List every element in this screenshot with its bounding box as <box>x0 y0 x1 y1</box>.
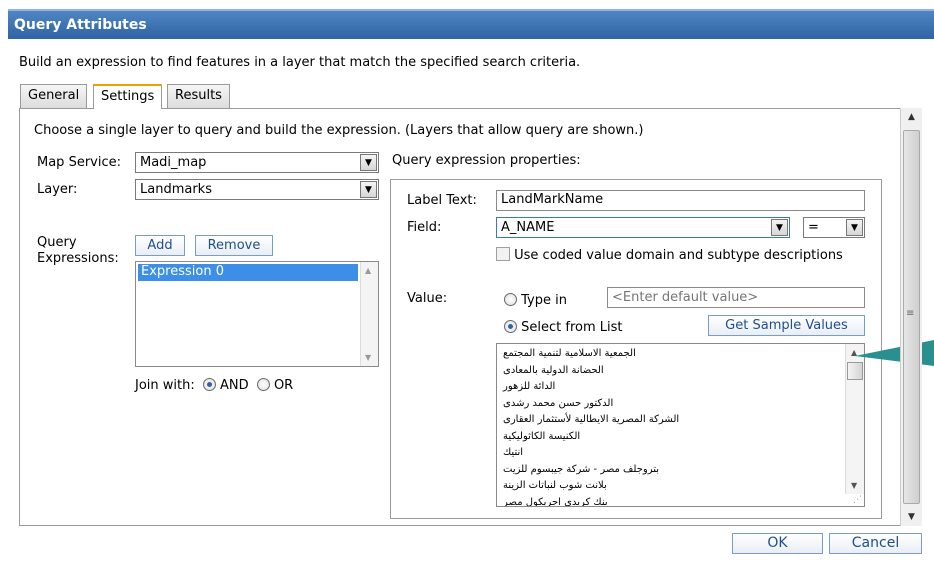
query-expressions-label-line1: Query <box>37 235 77 250</box>
operator-value: = <box>808 220 819 235</box>
default-value-input[interactable] <box>607 287 865 308</box>
coded-value-row: Use coded value domain and subtype descr… <box>496 247 866 264</box>
map-service-label: Map Service: <box>37 155 121 170</box>
query-attributes-dialog: Query Attributes Build an expression to … <box>0 0 934 562</box>
type-in-radio[interactable] <box>504 293 517 306</box>
coded-value-label: Use coded value domain and subtype descr… <box>514 248 843 263</box>
sample-value-item[interactable]: الحضانة الدولية بالمعادى <box>497 363 845 380</box>
dialog-description: Build an expression to find features in … <box>19 55 581 70</box>
remove-expression-button[interactable]: Remove <box>195 235 273 256</box>
expressions-scrollbar[interactable]: ▲ ▼ <box>360 262 378 366</box>
select-from-list-row: Select from List <box>504 320 623 335</box>
sample-value-item[interactable]: بنك كريدى اجريكول مصر <box>497 495 845 507</box>
chevron-down-icon[interactable]: ▼ <box>360 181 377 198</box>
cancel-button[interactable]: Cancel <box>829 533 922 554</box>
join-and-radio[interactable] <box>202 378 216 391</box>
resize-grip-icon[interactable]: ⋰ <box>853 495 862 505</box>
sample-values-list[interactable]: الجمعية الاسلامية لتنمية المجتمع الحضانة … <box>496 343 865 507</box>
sample-value-item[interactable]: الكنيسة الكاثوليكية <box>497 429 845 446</box>
sample-value-item[interactable]: الشركة المصرية الايطالية لأستثمار العقار… <box>497 412 845 429</box>
chevron-down-icon[interactable]: ▼ <box>771 219 788 236</box>
field-value: A_NAME <box>501 220 555 235</box>
field-label: Field: <box>407 220 442 235</box>
scroll-down-icon[interactable]: ▼ <box>365 353 371 362</box>
add-expression-button[interactable]: Add <box>135 235 185 256</box>
label-text-field[interactable]: LandMarkName <box>496 190 865 211</box>
query-expressions-label-line2: Expressions: <box>37 251 119 266</box>
select-from-list-radio[interactable] <box>504 320 517 333</box>
chevron-down-icon[interactable]: ▼ <box>846 219 863 236</box>
get-sample-values-button[interactable]: Get Sample Values <box>708 315 865 336</box>
join-or-radio[interactable] <box>256 378 270 391</box>
ok-button[interactable]: OK <box>732 533 823 554</box>
sample-value-item[interactable]: الدائة للزهور <box>497 379 845 396</box>
sample-value-item[interactable]: بلانت شوب لنباتات الزينة <box>497 478 845 495</box>
layer-select[interactable]: Landmarks ▼ <box>135 179 379 200</box>
join-or-label: OR <box>273 378 294 393</box>
tab-general[interactable]: General <box>20 84 88 108</box>
scroll-down-icon[interactable]: ▼ <box>851 481 857 490</box>
tab-settings[interactable]: Settings <box>93 84 163 109</box>
sample-values-scrollbar[interactable]: ▲ ▼ <box>845 344 864 494</box>
dialog-title: Query Attributes <box>14 17 147 33</box>
layer-label: Layer: <box>37 182 78 197</box>
expressions-list[interactable]: Expression 0 ▲ ▼ <box>135 261 379 367</box>
label-text-label: Label Text: <box>407 193 477 208</box>
type-in-label: Type in <box>521 293 567 308</box>
layer-value: Landmarks <box>140 182 212 197</box>
properties-heading: Query expression properties: <box>392 153 581 168</box>
select-from-list-label: Select from List <box>521 320 623 335</box>
settings-instruction: Choose a single layer to query and build… <box>34 123 644 138</box>
operator-select[interactable]: = ▼ <box>803 217 865 238</box>
type-in-row: Type in <box>504 293 567 308</box>
value-label: Value: <box>407 291 448 306</box>
callout-arrow-icon <box>855 340 934 366</box>
join-with-row: Join with: AND OR <box>135 378 293 393</box>
panel-scrollbar[interactable]: ▲ ≡ ▼ <box>900 108 922 526</box>
expression-properties-panel: Label Text: LandMarkName Field: A_NAME ▼… <box>390 179 882 519</box>
tab-results[interactable]: Results <box>167 84 230 108</box>
dialog-title-bar: Query Attributes <box>8 9 934 39</box>
map-service-value: Madi_map <box>140 155 207 170</box>
chevron-down-icon[interactable]: ▼ <box>360 154 377 171</box>
scroll-up-icon[interactable]: ▲ <box>901 108 922 126</box>
field-select[interactable]: A_NAME ▼ <box>496 217 790 238</box>
sample-value-item[interactable]: انتيك <box>497 445 845 462</box>
sample-values-items: الجمعية الاسلامية لتنمية المجتمع الحضانة … <box>497 346 845 507</box>
scroll-up-icon[interactable]: ▲ <box>365 266 371 275</box>
expression-item[interactable]: Expression 0 <box>138 264 358 281</box>
join-with-label: Join with: <box>135 378 195 393</box>
scroll-down-icon[interactable]: ▼ <box>901 508 922 526</box>
map-service-select[interactable]: Madi_map ▼ <box>135 152 379 173</box>
scroll-grip-icon: ≡ <box>906 308 915 319</box>
join-and-label: AND <box>220 378 249 393</box>
sample-value-item[interactable]: الجمعية الاسلامية لتنمية المجتمع <box>497 346 845 363</box>
sample-value-item[interactable]: الدكتور حسن محمد رشدى <box>497 396 845 413</box>
coded-value-checkbox[interactable] <box>496 247 510 261</box>
sample-value-item[interactable]: بتروجلف مصر - شركة جيبسوم للزيت <box>497 462 845 479</box>
